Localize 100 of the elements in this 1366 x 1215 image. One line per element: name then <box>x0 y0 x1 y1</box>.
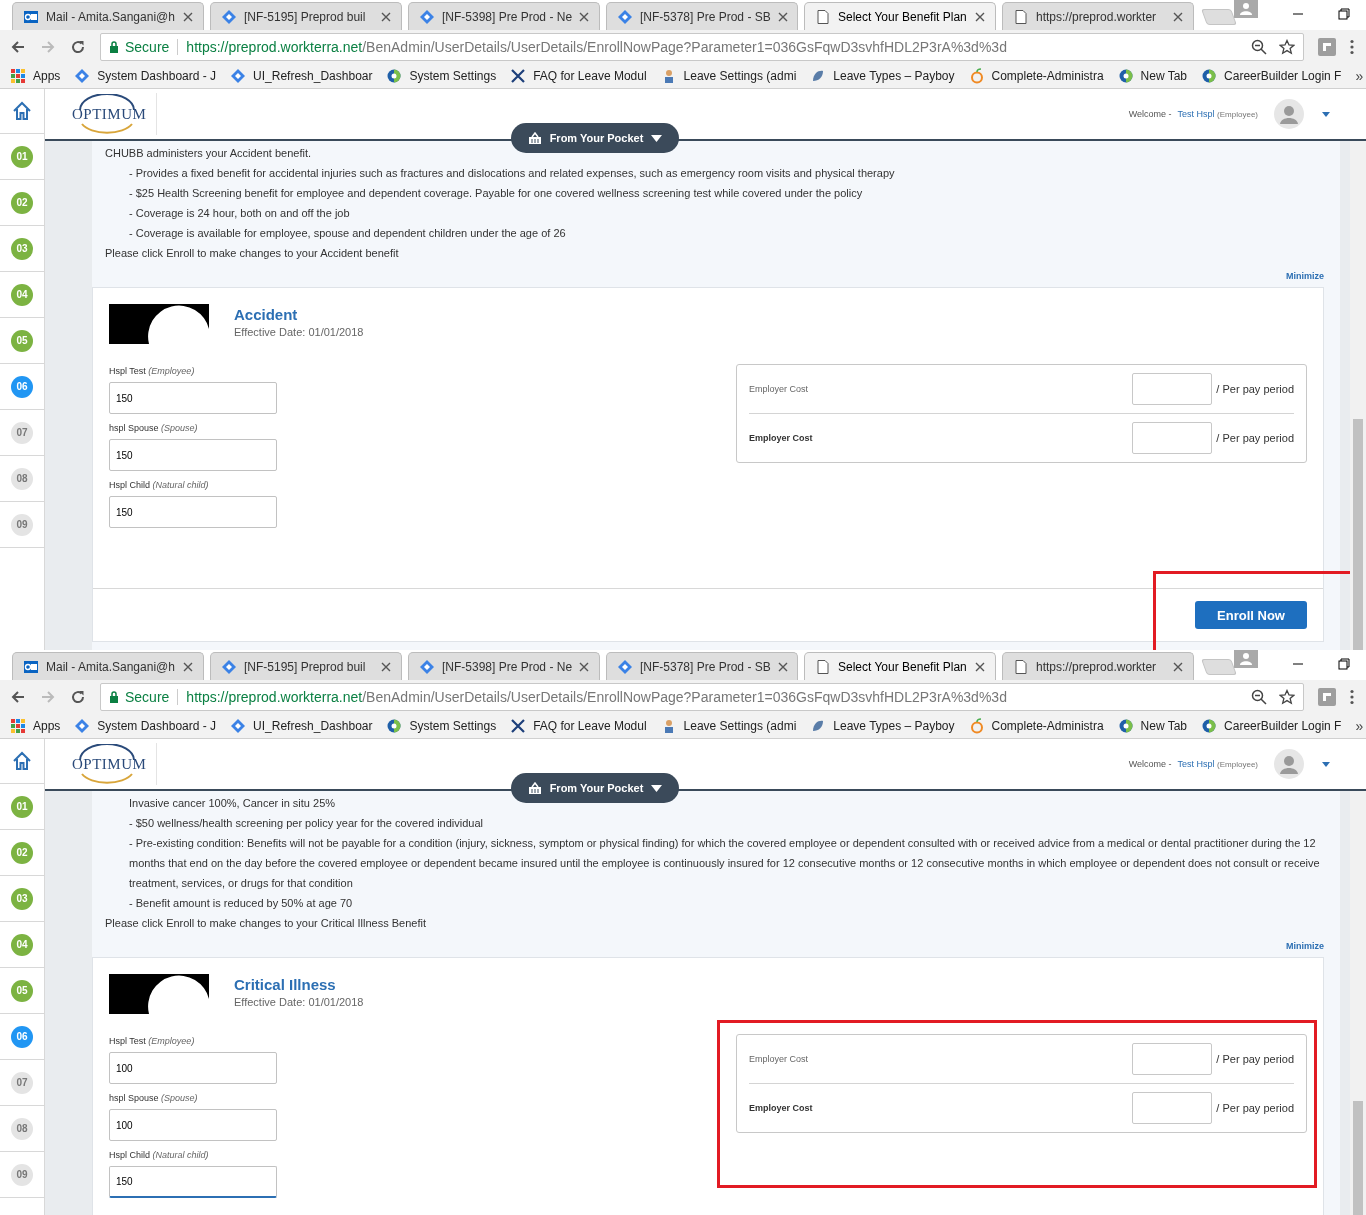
scrollbar-thumb[interactable] <box>1353 1101 1363 1215</box>
bookmark-item[interactable]: Leave Types – Payboy <box>810 717 955 734</box>
home-icon[interactable] <box>12 751 32 771</box>
step-indicator[interactable]: 07 <box>11 421 33 444</box>
cost-input-field[interactable] <box>1132 1043 1213 1075</box>
bookmark-item[interactable]: System Dashboard - J <box>74 67 217 84</box>
bookmark-item[interactable]: Complete-Administra <box>968 717 1104 734</box>
bookmark-item[interactable]: New Tab <box>1117 717 1188 734</box>
step-indicator[interactable]: 07 <box>11 1071 33 1094</box>
pay-period-text: / Per pay period <box>1216 1053 1294 1065</box>
back-arrow-icon[interactable] <box>10 38 26 55</box>
effective-date: Effective Date: 01/01/2018 <box>234 996 364 1008</box>
home-icon[interactable] <box>12 101 32 121</box>
browser-tab[interactable]: [NF-5195] Preprod buil <box>210 2 402 30</box>
browser-tab[interactable]: https://preprod.workter <box>1002 652 1194 680</box>
pay-period-text: / Per pay period <box>1216 383 1294 395</box>
bookmark-item[interactable]: UI_Refresh_Dashboar <box>230 717 373 734</box>
amount-input-field[interactable]: 100 <box>109 1052 277 1084</box>
star-icon[interactable] <box>1279 688 1295 705</box>
bookmark-item[interactable]: Leave Types – Payboy <box>810 67 955 84</box>
amount-input-field[interactable]: 100 <box>109 1109 277 1141</box>
bookmark-item[interactable]: System Dashboard - J <box>74 717 217 734</box>
amount-input-field[interactable]: 150 <box>109 496 277 528</box>
more-menu-icon[interactable] <box>1350 38 1354 55</box>
close-icon[interactable] <box>381 11 391 22</box>
bookmark-item[interactable]: Apps <box>10 717 61 734</box>
close-icon[interactable] <box>183 11 193 22</box>
bookmark-item[interactable]: Apps <box>10 67 61 84</box>
restore-icon[interactable] <box>1338 8 1350 20</box>
amount-input-field[interactable]: 150 <box>109 1166 277 1198</box>
amount-input-field[interactable]: 150 <box>109 382 277 414</box>
bookmark-item[interactable]: Leave Settings (admi <box>660 67 797 84</box>
minimize-link[interactable]: Minimize <box>1286 941 1324 951</box>
bookmark-item[interactable]: Complete-Administra <box>968 67 1104 84</box>
cost-label: Employer Cost <box>749 1054 810 1064</box>
back-arrow-icon[interactable] <box>10 688 26 705</box>
browser-tab[interactable]: [NF-5195] Preprod buil <box>210 652 402 680</box>
zoom-out-icon[interactable] <box>1251 38 1267 55</box>
step-indicator[interactable]: 09 <box>11 1163 33 1186</box>
close-icon[interactable] <box>975 661 985 672</box>
minimize-link[interactable]: Minimize <box>1286 271 1324 281</box>
step-indicator[interactable]: 08 <box>11 1117 33 1140</box>
pocket-dropdown-button[interactable]: From Your Pocket <box>511 123 679 153</box>
bookmark-item[interactable]: CareerBuilder Login F <box>1201 67 1342 84</box>
step-indicator[interactable]: 09 <box>11 513 33 536</box>
address-bar[interactable]: Secure https://preprod.workterra.net/BenAdmin/UserDetails/UserDetails/EnrollNowPage?Parameter1=036GsFqwD3svhfHDL2P3rA%3d%3d <box>100 32 1304 61</box>
user-name[interactable]: Test Hspl (Employee) <box>1177 109 1258 119</box>
bookmark-item[interactable]: System Settings <box>386 717 497 734</box>
close-icon[interactable] <box>1173 661 1183 672</box>
bookmark-item[interactable]: New Tab <box>1117 67 1188 84</box>
reload-icon[interactable] <box>70 38 86 55</box>
avatar-icon[interactable] <box>1274 749 1304 779</box>
close-icon[interactable] <box>381 661 391 672</box>
bookmark-item[interactable]: UI_Refresh_Dashboar <box>230 67 373 84</box>
browser-tab[interactable]: Select Your Benefit Plan <box>804 2 996 30</box>
cost-input-field[interactable] <box>1132 373 1213 405</box>
enroll-now-button[interactable]: Enroll Now <box>1195 601 1307 629</box>
bookmark-item[interactable]: FAQ for Leave Modul <box>510 67 647 84</box>
star-icon[interactable] <box>1279 38 1295 55</box>
reload-icon[interactable] <box>70 688 86 705</box>
cost-input-field[interactable] <box>1132 1092 1213 1124</box>
browser-tab[interactable]: Mail - Amita.Sangani@h <box>12 652 204 680</box>
close-icon[interactable] <box>975 11 985 22</box>
browser-tab[interactable]: [NF-5378] Pre Prod - SB <box>606 2 798 30</box>
scrollbar-thumb[interactable] <box>1353 419 1363 650</box>
diamond-icon <box>221 658 237 675</box>
extension-icon[interactable] <box>1318 687 1336 706</box>
caret-icon[interactable] <box>1322 111 1330 117</box>
extension-icon[interactable] <box>1318 37 1336 56</box>
more-bookmarks-chevron[interactable]: » <box>1355 67 1364 84</box>
more-bookmarks-chevron[interactable]: » <box>1355 717 1364 734</box>
amount-input-field[interactable]: 150 <box>109 439 277 471</box>
close-icon[interactable] <box>777 661 788 672</box>
more-menu-icon[interactable] <box>1350 688 1354 705</box>
bookmark-item[interactable]: CareerBuilder Login F <box>1201 717 1342 734</box>
browser-tab[interactable]: Mail - Amita.Sangani@h <box>12 2 204 30</box>
close-icon[interactable] <box>1173 11 1183 22</box>
restore-icon[interactable] <box>1338 658 1350 670</box>
avatar-icon[interactable] <box>1274 99 1304 129</box>
pocket-dropdown-button[interactable]: From Your Pocket <box>511 773 679 803</box>
browser-tab[interactable]: [NF-5378] Pre Prod - SB <box>606 652 798 680</box>
caret-icon[interactable] <box>1322 761 1330 767</box>
close-icon[interactable] <box>183 661 193 672</box>
bookmark-item[interactable]: System Settings <box>386 67 497 84</box>
browser-tab[interactable]: https://preprod.workter <box>1002 2 1194 30</box>
cost-input-field[interactable] <box>1132 422 1213 454</box>
globe-icon <box>1201 717 1218 734</box>
browser-tab[interactable]: [NF-5398] Pre Prod - Ne <box>408 652 600 680</box>
user-name[interactable]: Test Hspl (Employee) <box>1177 759 1258 769</box>
browser-tab[interactable]: [NF-5398] Pre Prod - Ne <box>408 2 600 30</box>
browser-tab[interactable]: Select Your Benefit Plan <box>804 652 996 680</box>
step-indicator[interactable]: 08 <box>11 467 33 490</box>
close-icon[interactable] <box>777 11 788 22</box>
close-icon[interactable] <box>579 11 590 22</box>
bookmark-item[interactable]: Leave Settings (admi <box>660 717 797 734</box>
close-icon[interactable] <box>579 661 590 672</box>
description-text: - Benefit amount is reduced by 50% at age 70 <box>128 896 354 911</box>
address-bar[interactable]: Secure https://preprod.workterra.net/BenAdmin/UserDetails/UserDetails/EnrollNowPage?Parameter1=036GsFqwD3svhfHDL2P3rA%3d%3d <box>100 682 1304 711</box>
zoom-out-icon[interactable] <box>1251 688 1267 705</box>
bookmark-item[interactable]: FAQ for Leave Modul <box>510 717 647 734</box>
